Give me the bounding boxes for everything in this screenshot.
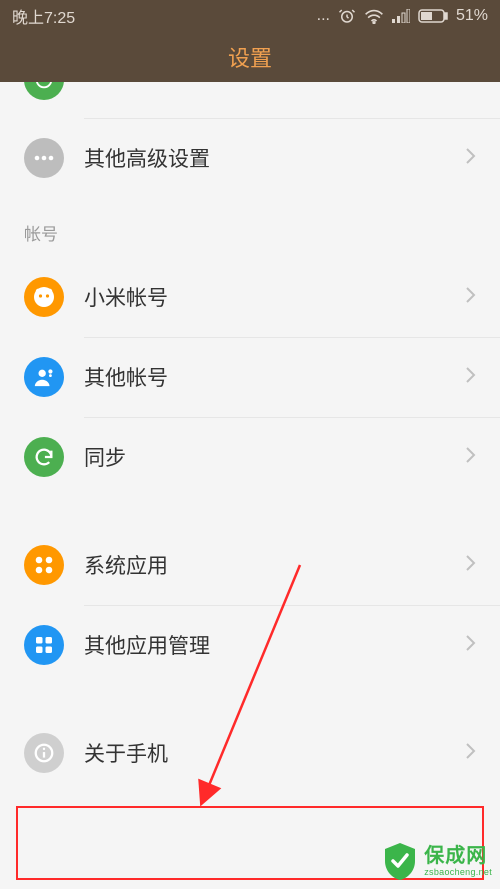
info-icon xyxy=(24,733,64,773)
system-apps-icon xyxy=(24,545,64,585)
child-mode-icon xyxy=(24,82,64,100)
chevron-right-icon xyxy=(464,285,476,310)
row-label: 同步 xyxy=(84,442,464,472)
battery-percent: 51% xyxy=(456,7,488,25)
chevron-right-icon xyxy=(464,633,476,658)
signal-icon xyxy=(392,9,410,23)
other-apps-icon xyxy=(24,625,64,665)
more-settings-icon xyxy=(24,138,64,178)
row-mi-account[interactable]: 小米帐号 xyxy=(0,257,500,337)
row-child-mode[interactable]: 儿童模式 xyxy=(0,82,500,118)
row-label: 儿童模式 xyxy=(84,82,464,86)
chevron-right-icon xyxy=(464,365,476,390)
mi-account-icon xyxy=(24,277,64,317)
chevron-right-icon xyxy=(464,146,476,171)
row-about-phone[interactable]: 关于手机 xyxy=(0,713,500,793)
row-other-apps[interactable]: 其他应用管理 xyxy=(0,605,500,685)
row-label: 其他应用管理 xyxy=(84,630,464,660)
page-title: 设置 xyxy=(228,41,272,73)
sync-icon xyxy=(24,437,64,477)
row-label: 其他高级设置 xyxy=(84,143,464,173)
chevron-right-icon xyxy=(464,553,476,578)
chevron-right-icon xyxy=(464,741,476,766)
row-label: 其他帐号 xyxy=(84,362,464,392)
watermark-text-cn: 保成网 xyxy=(424,846,492,866)
watermark-shield-icon xyxy=(382,841,418,881)
status-icons: ... 51% xyxy=(317,7,488,25)
settings-list[interactable]: 儿童模式 其他高级设置 帐号 小米帐号 其他帐号 xyxy=(0,82,500,889)
header: 设置 xyxy=(0,32,500,82)
other-accounts-icon xyxy=(24,357,64,397)
row-system-apps[interactable]: 系统应用 xyxy=(0,525,500,605)
status-bar: 晚上7:25 ... 51% xyxy=(0,0,500,32)
row-sync[interactable]: 同步 xyxy=(0,417,500,497)
alarm-icon xyxy=(338,7,356,25)
row-label: 小米帐号 xyxy=(84,282,464,312)
row-advanced-settings[interactable]: 其他高级设置 xyxy=(0,118,500,198)
watermark: 保成网 zsbaocheng.net xyxy=(378,837,496,885)
section-accounts: 帐号 xyxy=(0,198,500,257)
more-icon: ... xyxy=(317,7,330,25)
row-other-accounts[interactable]: 其他帐号 xyxy=(0,337,500,417)
row-label: 关于手机 xyxy=(84,738,464,768)
row-label: 系统应用 xyxy=(84,550,464,580)
wifi-icon xyxy=(364,8,384,24)
chevron-right-icon xyxy=(464,445,476,470)
battery-icon xyxy=(418,9,448,23)
status-time: 晚上7:25 xyxy=(12,4,75,28)
watermark-text-en: zsbaocheng.net xyxy=(424,868,492,877)
